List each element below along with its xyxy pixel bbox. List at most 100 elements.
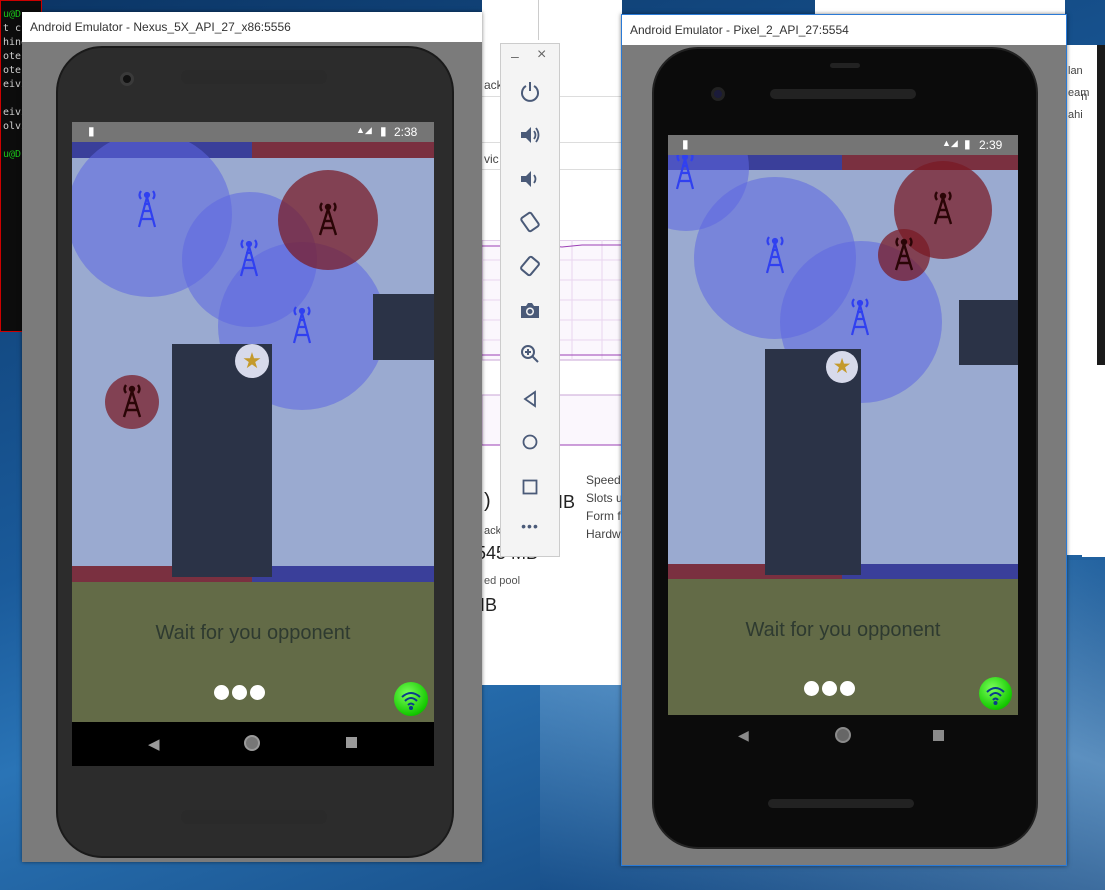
paren-value: ) <box>484 490 491 512</box>
power-icon[interactable] <box>520 80 540 102</box>
loading-dot <box>822 681 837 696</box>
background-window-top <box>815 0 1065 14</box>
back-icon[interactable] <box>522 390 538 408</box>
window-title: Android Emulator - Nexus_5X_API_27_x86:5… <box>30 20 291 34</box>
bottom-speaker <box>181 810 327 824</box>
terminal-line: t c <box>3 23 22 34</box>
slots-label: Slots u <box>586 491 623 505</box>
phone-frame: ▮ ▲◢ ▮ 2:38 ★ Wait for you opponent ◀ <box>56 46 454 858</box>
building-block <box>373 294 434 360</box>
minimize-button[interactable]: – <box>511 48 519 64</box>
player-star-icon[interactable]: ★ <box>235 344 269 378</box>
battery-icon: ▮ <box>380 124 387 138</box>
pool-label: ed pool <box>484 575 521 587</box>
status-time: 2:39 <box>979 138 1003 152</box>
game-field[interactable]: ★ <box>668 155 1018 579</box>
radio-tower-icon <box>675 155 695 190</box>
building-block <box>172 344 272 577</box>
nav-back-icon[interactable]: ◀ <box>148 735 160 753</box>
loading-dot <box>214 685 229 700</box>
wait-message: Wait for you opponent <box>745 619 941 641</box>
home-icon[interactable] <box>521 433 539 451</box>
team-bar-blue-bottom <box>252 566 434 582</box>
top-speaker <box>181 70 327 84</box>
partial-text: lan <box>1068 65 1083 77</box>
rotate-left-icon[interactable] <box>518 210 542 234</box>
loading-dot <box>250 685 265 700</box>
volume-up-icon[interactable] <box>519 124 541 146</box>
nav-back-icon[interactable]: ◀ <box>738 727 749 744</box>
emulator-toolbar[interactable]: – × ••• <box>500 43 560 557</box>
overview-icon[interactable] <box>521 478 539 496</box>
emulator-window-right[interactable]: Android Emulator - Pixel_2_API_27:5554 ▮… <box>621 14 1067 866</box>
right-window-left-strip: lan eam ahi <box>1066 45 1089 555</box>
status-bar: ▮ ▲◢ ▮ 2:39 <box>668 135 1018 155</box>
bottom-speaker <box>768 799 914 808</box>
partial-text: eam <box>1068 87 1090 99</box>
top-speaker <box>770 89 916 99</box>
radio-tower-icon <box>894 237 914 271</box>
radio-tower-icon <box>137 190 157 228</box>
lte-signal-icon: ▲◢ <box>942 138 958 148</box>
earpiece <box>830 63 860 68</box>
emulator-window-left[interactable]: Android Emulator - Nexus_5X_API_27_x86:5… <box>22 12 482 862</box>
radio-tower-icon <box>292 306 312 344</box>
radio-tower-icon <box>933 191 953 225</box>
nav-overview-icon[interactable] <box>346 737 357 748</box>
game-field[interactable]: ★ <box>72 142 434 582</box>
zoom-icon[interactable] <box>519 343 541 365</box>
rotate-right-icon[interactable] <box>518 254 542 278</box>
front-camera <box>711 87 725 101</box>
sd-card-icon: ▮ <box>88 124 95 138</box>
team-bar-blue-bottom <box>842 564 1018 579</box>
radio-tower-icon <box>239 239 259 277</box>
memory-value-right: IB <box>558 492 576 512</box>
volume-down-icon[interactable] <box>519 168 541 190</box>
radio-tower-icon <box>850 298 870 336</box>
window-title: Android Emulator - Pixel_2_API_27:5554 <box>630 23 849 37</box>
wifi-icon[interactable] <box>979 677 1012 710</box>
radio-tower-icon <box>122 384 142 418</box>
team-bar-red-top <box>252 142 434 158</box>
loading-dot <box>232 685 247 700</box>
terminal-line: u@D <box>3 149 22 160</box>
partial-text: ahi <box>1068 109 1083 121</box>
hardware-label: Hardw <box>586 527 621 541</box>
wait-message: Wait for you opponent <box>155 622 351 644</box>
status-panel: Wait for you opponent <box>668 579 1018 715</box>
emulator-body: ▮ ▲◢ ▮ 2:39 ★ Wait for you opponent ◀ <box>622 45 1066 865</box>
front-camera <box>120 72 134 86</box>
navigation-bar: ◀ <box>72 722 434 766</box>
terminal-line: u@D <box>3 9 22 20</box>
phone-frame: ▮ ▲◢ ▮ 2:39 ★ Wait for you opponent ◀ <box>652 47 1038 849</box>
close-button[interactable]: × <box>537 46 546 64</box>
battery-icon: ▮ <box>964 137 971 151</box>
radio-tower-icon <box>318 202 338 236</box>
player-star-icon[interactable]: ★ <box>826 351 858 383</box>
status-panel: Wait for you opponent <box>72 582 434 722</box>
radio-tower-icon <box>765 236 785 274</box>
building-block <box>959 300 1018 365</box>
phone-screen[interactable]: ▮ ▲◢ ▮ 2:39 ★ Wait for you opponent <box>668 135 1018 715</box>
partial-label: ack <box>484 525 502 537</box>
sd-card-icon: ▮ <box>682 137 689 151</box>
right-edge-toolbar <box>1097 45 1105 365</box>
nav-home-icon[interactable] <box>835 727 851 743</box>
pool-value: IB <box>480 595 498 615</box>
nav-overview-icon[interactable] <box>933 730 944 741</box>
wifi-icon[interactable] <box>394 682 428 716</box>
lte-signal-icon: ▲◢ <box>356 125 372 135</box>
loading-dot <box>804 681 819 696</box>
camera-icon[interactable] <box>519 300 541 320</box>
status-bar: ▮ ▲◢ ▮ 2:38 <box>72 122 434 142</box>
building-block <box>765 349 861 575</box>
background-window-edge <box>538 0 553 40</box>
phone-screen[interactable]: ▮ ▲◢ ▮ 2:38 ★ Wait for you opponent ◀ <box>72 122 434 766</box>
form-label: Form f <box>586 509 621 523</box>
speed-label: Speed: <box>586 473 625 487</box>
emulator-body: ▮ ▲◢ ▮ 2:38 ★ Wait for you opponent ◀ <box>22 42 482 862</box>
status-time: 2:38 <box>394 125 418 139</box>
more-icon[interactable]: ••• <box>501 518 559 534</box>
nav-home-icon[interactable] <box>244 735 260 751</box>
loading-dot <box>840 681 855 696</box>
